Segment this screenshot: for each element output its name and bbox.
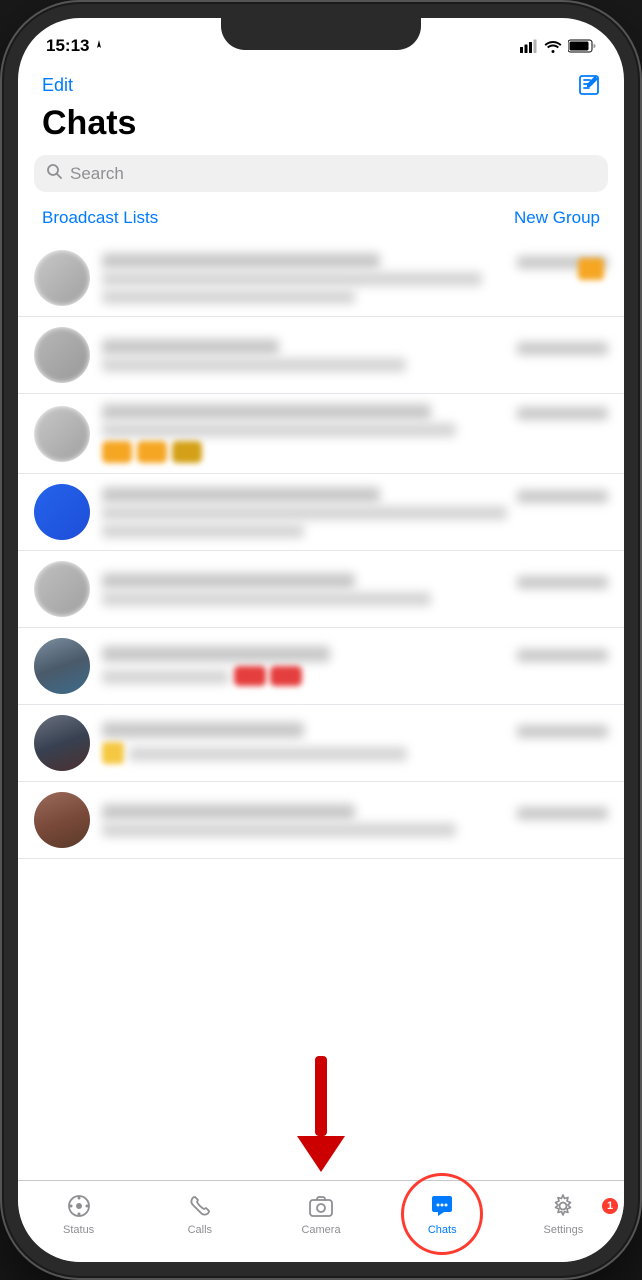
chat-content xyxy=(102,804,608,837)
chat-content xyxy=(102,573,608,606)
settings-tab-label: Settings xyxy=(544,1224,584,1236)
chat-item[interactable] xyxy=(18,394,624,474)
chat-content xyxy=(102,253,608,304)
chat-content xyxy=(102,487,608,538)
chat-item[interactable] xyxy=(18,782,624,859)
status-icon xyxy=(65,1192,93,1220)
arrow-annotation xyxy=(297,1056,345,1172)
chat-item[interactable] xyxy=(18,240,624,317)
tab-item-status[interactable]: Status xyxy=(18,1192,139,1236)
chat-content xyxy=(102,404,608,463)
phone-screen: 15:13 xyxy=(18,18,624,1262)
camera-icon xyxy=(307,1192,335,1220)
status-icons xyxy=(520,39,596,53)
chat-content xyxy=(102,722,608,764)
page-title: Chats xyxy=(18,104,624,155)
main-content: Edit Chats Searc xyxy=(18,68,624,1230)
tab-item-chats[interactable]: Chats xyxy=(382,1192,503,1236)
chat-list xyxy=(18,240,624,859)
tab-item-calls[interactable]: Calls xyxy=(139,1192,260,1236)
wifi-icon xyxy=(544,39,562,53)
tab-item-settings[interactable]: 1 Settings xyxy=(503,1192,624,1236)
action-row: Broadcast Lists New Group xyxy=(18,204,624,240)
settings-icon xyxy=(549,1192,577,1220)
location-icon xyxy=(93,40,105,52)
status-time: 15:13 xyxy=(46,36,105,56)
camera-tab-label: Camera xyxy=(301,1224,340,1236)
compose-icon[interactable] xyxy=(578,74,600,96)
search-bar[interactable]: Search xyxy=(34,155,608,192)
edit-button[interactable]: Edit xyxy=(42,75,73,96)
chat-item[interactable] xyxy=(18,474,624,551)
search-container: Search xyxy=(18,155,624,204)
avatar xyxy=(34,250,90,306)
search-icon xyxy=(46,163,62,184)
chat-item[interactable] xyxy=(18,551,624,628)
chat-content xyxy=(102,646,608,686)
avatar xyxy=(34,327,90,383)
battery-icon xyxy=(568,39,596,53)
avatar xyxy=(34,792,90,848)
avatar xyxy=(34,715,90,771)
chat-content xyxy=(102,339,608,372)
tab-bar: Status Calls xyxy=(18,1180,624,1262)
broadcast-lists-button[interactable]: Broadcast Lists xyxy=(42,208,158,228)
phone-frame: 15:13 xyxy=(0,0,642,1280)
chat-item[interactable] xyxy=(18,628,624,705)
arrow-head xyxy=(297,1136,345,1172)
avatar xyxy=(34,406,90,462)
chat-item[interactable] xyxy=(18,705,624,782)
tab-item-camera[interactable]: Camera xyxy=(260,1192,381,1236)
status-tab-label: Status xyxy=(63,1224,94,1236)
new-group-button[interactable]: New Group xyxy=(514,208,600,228)
nav-bar: Edit xyxy=(18,68,624,104)
notch xyxy=(221,18,421,50)
chats-icon xyxy=(428,1192,456,1220)
calls-icon xyxy=(186,1192,214,1220)
avatar xyxy=(34,561,90,617)
signal-icon xyxy=(520,39,538,53)
avatar xyxy=(34,638,90,694)
chats-tab-label: Chats xyxy=(428,1224,457,1236)
search-placeholder: Search xyxy=(70,164,124,184)
calls-tab-label: Calls xyxy=(188,1224,212,1236)
chat-item[interactable] xyxy=(18,317,624,394)
arrow-shaft xyxy=(315,1056,327,1136)
settings-badge: 1 xyxy=(602,1198,618,1214)
avatar xyxy=(34,484,90,540)
